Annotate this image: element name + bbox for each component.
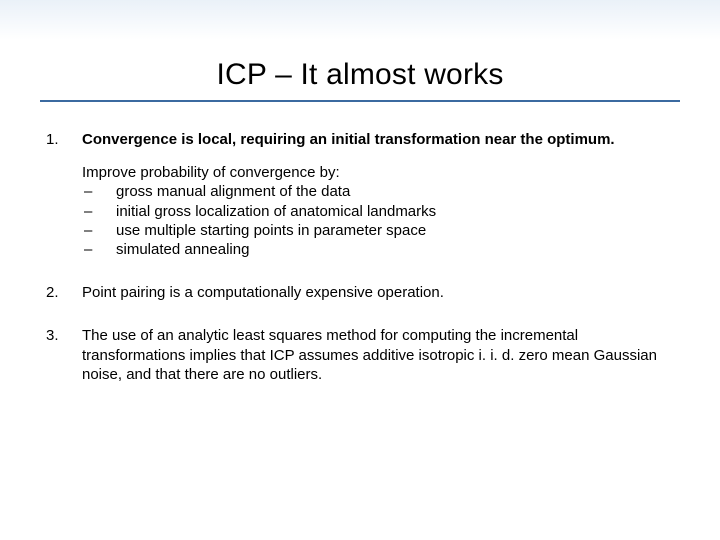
subpoint-text: initial gross localization of anatomical… — [116, 202, 436, 221]
item-content: The use of an analytic least squares met… — [82, 326, 674, 384]
subpoint-text: gross manual alignment of the data — [116, 182, 350, 201]
list-item: 2. Point pairing is a computationally ex… — [46, 283, 674, 302]
item-number: 1. — [46, 130, 82, 259]
list-item: 3. The use of an analytic least squares … — [46, 326, 674, 384]
subpoint-text: use multiple starting points in paramete… — [116, 221, 426, 240]
list-item: 1. Convergence is local, requiring an in… — [46, 130, 674, 259]
item-number: 2. — [46, 283, 82, 302]
slide-title: ICP – It almost works — [0, 58, 720, 92]
title-area: ICP – It almost works — [0, 58, 720, 92]
dash-icon: – — [82, 202, 116, 221]
subpoint: –initial gross localization of anatomica… — [82, 202, 674, 221]
item-content: Point pairing is a computationally expen… — [82, 283, 674, 302]
subpoint-text: simulated annealing — [116, 240, 249, 259]
subpoint-intro: Improve probability of convergence by: — [82, 163, 674, 182]
item-number: 3. — [46, 326, 82, 384]
item-lead: Convergence is local, requiring an initi… — [82, 130, 674, 149]
subpoint: –use multiple starting points in paramet… — [82, 221, 674, 240]
subpoint-list: – gross manual alignment of the data –in… — [82, 182, 674, 259]
item-text: The use of an analytic least squares met… — [82, 327, 657, 382]
subpoint: – gross manual alignment of the data — [82, 182, 674, 201]
subpoint: –simulated annealing — [82, 240, 674, 259]
item-text: Point pairing is a computationally expen… — [82, 284, 444, 301]
dash-icon: – — [82, 240, 116, 259]
slide-body: 1. Convergence is local, requiring an in… — [0, 102, 720, 384]
header-band — [0, 0, 720, 40]
dash-icon: – — [82, 221, 116, 240]
dash-icon: – — [82, 182, 116, 201]
slide: ICP – It almost works 1. Convergence is … — [0, 0, 720, 540]
item-content: Convergence is local, requiring an initi… — [82, 130, 674, 259]
